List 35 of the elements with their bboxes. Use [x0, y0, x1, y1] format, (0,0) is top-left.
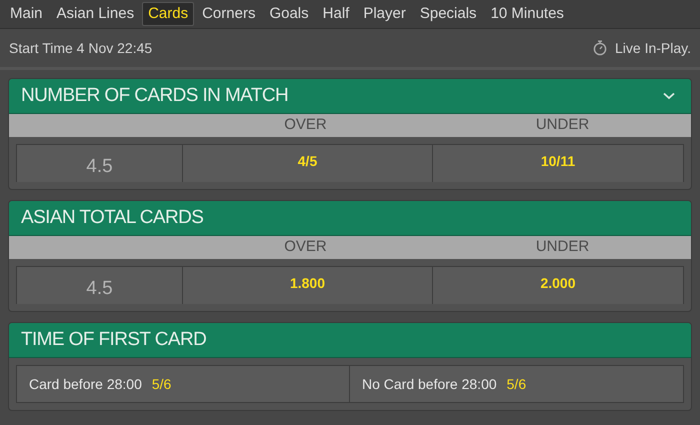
line-cell: 4.5 — [17, 267, 183, 304]
selection-button[interactable]: No Card before 28:00 5/6 — [350, 366, 683, 402]
market-title: ASIAN TOTAL CARDS — [21, 206, 204, 230]
odds-button[interactable]: 1.800 — [183, 267, 433, 304]
stopwatch-icon — [593, 40, 607, 56]
market-header[interactable]: NUMBER OF CARDS IN MATCH — [9, 79, 691, 114]
odds-button[interactable]: 4/5 — [183, 145, 433, 182]
selection-odds: 5/6 — [506, 374, 526, 394]
tab[interactable]: Player — [357, 2, 412, 26]
selection-button[interactable]: Card before 28:00 5/6 — [17, 366, 350, 402]
market-header[interactable]: ASIAN TOTAL CARDS — [9, 201, 691, 236]
tab[interactable]: Goals — [263, 2, 315, 26]
selection-label: Card before 28:00 — [29, 374, 142, 394]
odds-button[interactable]: 10/11 — [433, 145, 683, 182]
tab[interactable]: Main — [4, 2, 49, 26]
column-header: OVER — [283, 115, 328, 136]
column-header: UNDER — [534, 237, 590, 258]
start-time: Start Time 4 Nov 22:45 — [9, 38, 152, 58]
market-title: TIME OF FIRST CARD — [21, 328, 206, 352]
odds-button[interactable]: 2.000 — [433, 267, 683, 304]
chevron-down-icon[interactable] — [663, 92, 675, 100]
live-in-play-label: Live In-Play. — [615, 38, 691, 58]
column-header: UNDER — [534, 115, 590, 136]
line-cell: 4.5 — [17, 145, 183, 182]
tab[interactable]: 10 Minutes — [484, 2, 570, 26]
selection-label: No Card before 28:00 — [362, 374, 497, 394]
selection-odds: 5/6 — [152, 374, 172, 394]
market-header[interactable]: TIME OF FIRST CARD — [9, 323, 691, 358]
tab[interactable]: Cards — [142, 2, 194, 26]
tab[interactable]: Corners — [196, 2, 262, 26]
market-title: NUMBER OF CARDS IN MATCH — [21, 84, 288, 108]
column-header: OVER — [283, 237, 328, 258]
tab[interactable]: Specials — [414, 2, 483, 26]
tab[interactable]: Asian Lines — [50, 2, 140, 26]
tab[interactable]: Half — [316, 2, 356, 26]
